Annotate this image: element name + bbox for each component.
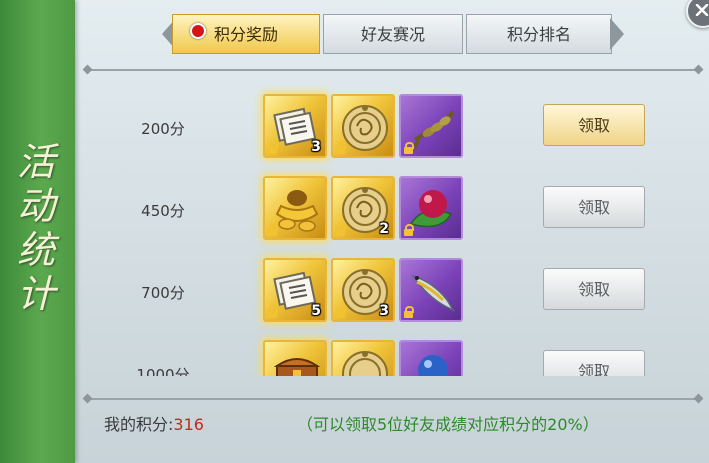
lock-icon — [336, 142, 346, 154]
blue-pearl-icon — [418, 355, 448, 376]
lock-icon — [268, 224, 278, 236]
side-title-char: 计 — [16, 272, 55, 316]
side-title-char: 动 — [16, 184, 55, 228]
lock-icon — [268, 142, 278, 154]
my-score-label: 我的积分: — [104, 415, 174, 434]
my-score: 我的积分:316 — [104, 411, 204, 435]
side-banner: 活 动 统 计 — [0, 0, 75, 463]
reward-row: 1000分 领取 — [80, 340, 700, 376]
lock-icon — [404, 306, 414, 318]
reward-item[interactable] — [399, 176, 463, 240]
lock-icon — [404, 142, 414, 154]
side-title: 活 动 统 计 — [10, 140, 62, 316]
reward-item[interactable]: 2 — [331, 176, 395, 240]
reward-item[interactable] — [263, 340, 327, 376]
reward-item[interactable] — [399, 258, 463, 322]
claim-hint: （可以领取5位好友成绩对应积分的20%） — [297, 415, 599, 434]
divider — [87, 69, 699, 71]
item-count: 2 — [379, 221, 389, 237]
claim-button[interactable]: 领取 — [543, 268, 645, 310]
herb-root-icon — [410, 110, 455, 151]
jade-disc-icon — [342, 351, 388, 376]
tab-friend-status[interactable]: 好友赛况 — [323, 14, 463, 54]
reward-list[interactable]: 200分 3 领取 450分 2 领取 700分 5 3 领取 1000分 领取 — [80, 86, 700, 376]
side-title-char: 活 — [16, 140, 55, 184]
lock-icon — [336, 224, 346, 236]
item-count: 5 — [311, 303, 321, 319]
score-threshold: 450分 — [141, 202, 185, 220]
score-threshold: 200分 — [141, 120, 185, 138]
item-count: 3 — [311, 139, 321, 155]
reward-item[interactable] — [331, 340, 395, 376]
claim-button[interactable]: 领取 — [543, 350, 645, 376]
reward-item[interactable] — [399, 340, 463, 376]
lock-icon — [268, 306, 278, 318]
jade-disc-icon — [342, 105, 388, 151]
claim-button[interactable]: 领取 — [543, 186, 645, 228]
reward-row: 200分 3 领取 — [80, 94, 700, 162]
tab-bar-right-cap — [610, 18, 624, 50]
red-pearl-icon — [409, 190, 453, 228]
reward-row: 450分 2 领取 — [80, 176, 700, 244]
close-icon — [695, 4, 709, 16]
tab-label: 积分排名 — [506, 25, 571, 44]
lock-icon — [404, 224, 414, 236]
divider — [87, 398, 699, 400]
claim-button[interactable]: 领取 — [543, 104, 645, 146]
reward-row: 700分 5 3 领取 — [80, 258, 700, 326]
tab-bar: 积分奖励 好友赛况 积分排名 — [162, 14, 624, 56]
reward-item[interactable] — [263, 176, 327, 240]
tab-label: 积分奖励 — [213, 25, 278, 44]
score-threshold: 700分 — [141, 284, 185, 302]
reward-item[interactable]: 5 — [263, 258, 327, 322]
score-threshold: 1000分 — [136, 366, 190, 376]
side-title-char: 统 — [16, 228, 55, 272]
reward-item[interactable] — [331, 94, 395, 158]
tab-score-rewards[interactable]: 积分奖励 — [172, 14, 320, 54]
reward-item[interactable] — [399, 94, 463, 158]
reward-item[interactable]: 3 — [331, 258, 395, 322]
gold-ingot-icon — [275, 190, 319, 232]
tab-score-ranking[interactable]: 积分排名 — [466, 14, 612, 54]
my-score-value: 316 — [173, 415, 204, 434]
lock-icon — [336, 306, 346, 318]
tab-label: 好友赛况 — [360, 25, 425, 44]
notification-dot-icon — [190, 23, 206, 39]
item-count: 3 — [379, 303, 389, 319]
reward-item[interactable]: 3 — [263, 94, 327, 158]
treasure-chest-icon — [273, 358, 321, 376]
fish-icon — [411, 274, 455, 312]
